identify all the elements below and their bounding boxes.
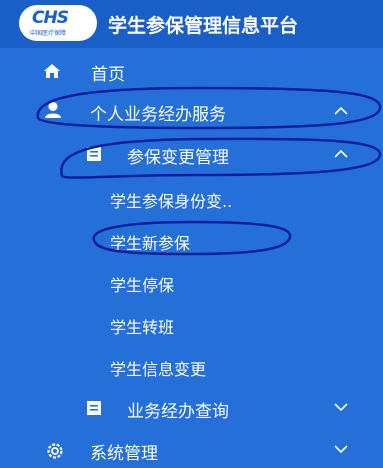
menu-item-label: 学生转班 [110, 318, 175, 337]
menu-item-business-query[interactable]: 业务经办查询 [0, 391, 383, 425]
menu-item-student-info-change[interactable]: 学生信息变更 [0, 349, 383, 383]
chevron-down-icon[interactable] [334, 444, 348, 454]
menu-item-system-management[interactable]: 系统管理 [0, 433, 383, 467]
menu-item-personal-business-label: 个人业务经办服务 [90, 105, 226, 125]
chevron-up-icon[interactable] [334, 106, 348, 116]
app-title: 学生参保管理信息平台 [108, 15, 299, 37]
home-icon [44, 64, 60, 78]
sidebar-app: CHS 中国医疗保障 学生参保管理信息平台 首页 个人业务经办服务 参保变更管理 [0, 0, 383, 468]
menu-item-student-stop-insurance[interactable]: 学生停保 [0, 265, 383, 299]
document-icon [87, 401, 101, 415]
user-icon [45, 102, 61, 118]
menu-item-label: 学生停保 [110, 276, 175, 295]
menu-item-personal-business[interactable]: 个人业务经办服务 [0, 94, 383, 128]
menu-item-student-new-enrollment[interactable]: 学生新参保 [0, 223, 383, 257]
menu-item-home-label: 首页 [91, 65, 125, 85]
chevron-up-icon[interactable] [334, 149, 348, 159]
menu-item-label: 学生信息变更 [110, 360, 207, 379]
menu-item-student-class-transfer[interactable]: 学生转班 [0, 307, 383, 341]
app-header: CHS 中国医疗保障 学生参保管理信息平台 [0, 0, 383, 48]
chs-logo: CHS 中国医疗保障 [19, 5, 97, 41]
menu-item-system-management-label: 系统管理 [90, 444, 158, 464]
menu-item-label: 学生新参保 [110, 234, 191, 253]
logo-subtext: 中国医疗保障 [30, 30, 67, 37]
menu-item-enrollment-change[interactable]: 参保变更管理 [0, 137, 383, 171]
document-icon [87, 147, 101, 161]
menu-item-label: 学生参保身份变.. [110, 192, 233, 211]
logo-text: CHS [32, 8, 69, 28]
menu-item-home[interactable]: 首页 [0, 54, 383, 88]
menu-item-business-query-label: 业务经办查询 [127, 402, 229, 422]
menu-item-student-identity-change[interactable]: 学生参保身份变.. [0, 181, 383, 215]
menu-item-enrollment-change-label: 参保变更管理 [127, 148, 229, 168]
gear-icon [47, 443, 63, 459]
chevron-down-icon[interactable] [334, 402, 348, 412]
